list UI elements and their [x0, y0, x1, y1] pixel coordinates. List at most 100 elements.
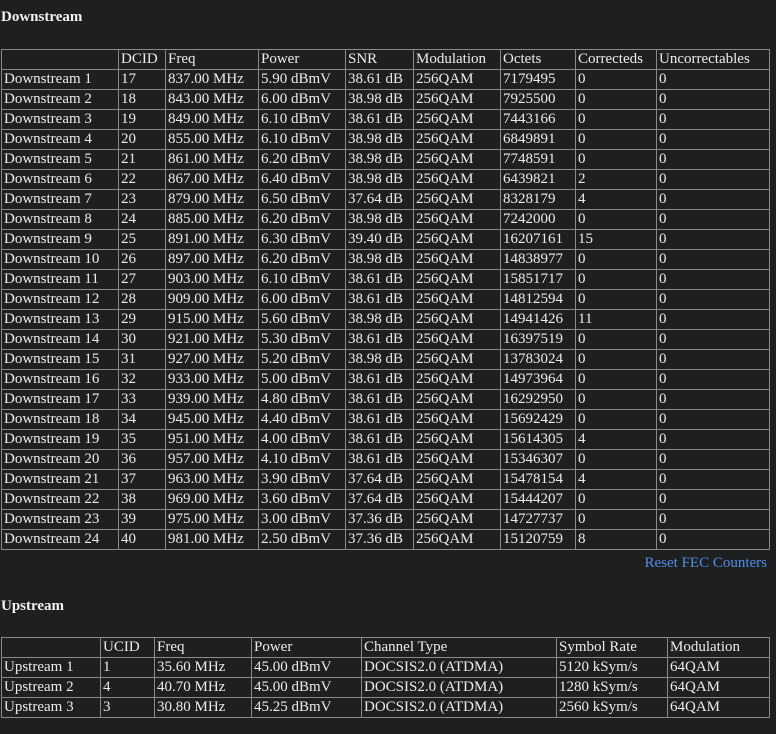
downstream-cell-dcid: 31: [118, 349, 166, 370]
upstream-cell-modulation: 64QAM: [667, 677, 770, 698]
downstream-cell-octets: 14973964: [500, 369, 576, 390]
downstream-cell-uncorrectables: 0: [656, 249, 770, 270]
downstream-cell-freq: 915.00 MHz: [165, 309, 259, 330]
downstream-cell-snr: 38.98 dB: [345, 209, 414, 230]
downstream-cell-correcteds: 0: [575, 509, 657, 530]
downstream-cell-correcteds: 4: [575, 189, 657, 210]
downstream-header-power: Power: [258, 49, 346, 70]
upstream-header-corner: [1, 637, 101, 658]
downstream-cell-snr: 38.98 dB: [345, 149, 414, 170]
upstream-header-channel-type: Channel Type: [361, 637, 557, 658]
downstream-cell-correcteds: 0: [575, 69, 657, 90]
table-row: Downstream 8 24 885.00 MHz 6.20 dBmV 38.98 d…: [1, 209, 770, 230]
table-row: Downstream 18 34 945.00 MHz 4.40 dBmV 38.61 …: [1, 409, 770, 430]
downstream-cell-uncorrectables: 0: [656, 69, 770, 90]
downstream-cell-freq: 945.00 MHz: [165, 409, 259, 430]
downstream-cell-octets: 15851717: [500, 269, 576, 290]
downstream-table: DCID Freq Power SNR Modulation Octets Correcte…: [1, 49, 770, 550]
downstream-cell-snr: 38.98 dB: [345, 349, 414, 370]
downstream-cell-dcid: 30: [118, 329, 166, 350]
downstream-cell-correcteds: 8: [575, 529, 657, 550]
downstream-cell-freq: 891.00 MHz: [165, 229, 259, 250]
downstream-cell-dcid: 32: [118, 369, 166, 390]
downstream-cell-channel-name: Downstream 14: [1, 329, 119, 350]
downstream-cell-correcteds: 0: [575, 389, 657, 410]
downstream-cell-correcteds: 2: [575, 169, 657, 190]
downstream-cell-correcteds: 0: [575, 369, 657, 390]
downstream-cell-modulation: 256QAM: [413, 169, 501, 190]
downstream-cell-freq: 861.00 MHz: [165, 149, 259, 170]
table-row: Downstream 15 31 927.00 MHz 5.20 dBmV 38.98 …: [1, 349, 770, 370]
downstream-cell-dcid: 35: [118, 429, 166, 450]
downstream-cell-octets: 14941426: [500, 309, 576, 330]
downstream-cell-power: 6.40 dBmV: [258, 169, 346, 190]
table-row: Downstream 1 17 837.00 MHz 5.90 dBmV 38.61 d…: [1, 69, 770, 90]
table-row: Downstream 7 23 879.00 MHz 6.50 dBmV 37.64 d…: [1, 189, 770, 210]
downstream-cell-octets: 15478154: [500, 469, 576, 490]
downstream-cell-modulation: 256QAM: [413, 249, 501, 270]
downstream-cell-correcteds: 15: [575, 229, 657, 250]
downstream-cell-uncorrectables: 0: [656, 189, 770, 210]
downstream-cell-channel-name: Downstream 7: [1, 189, 119, 210]
upstream-cell-power: 45.00 dBmV: [251, 677, 362, 698]
downstream-cell-modulation: 256QAM: [413, 509, 501, 530]
downstream-cell-freq: 981.00 MHz: [165, 529, 259, 550]
upstream-cell-ucid: 4: [100, 677, 155, 698]
downstream-cell-uncorrectables: 0: [656, 369, 770, 390]
downstream-cell-correcteds: 0: [575, 329, 657, 350]
downstream-cell-uncorrectables: 0: [656, 469, 770, 490]
downstream-cell-dcid: 27: [118, 269, 166, 290]
downstream-cell-channel-name: Downstream 15: [1, 349, 119, 370]
reset-fec-counters-link[interactable]: Reset FEC Counters: [645, 555, 768, 572]
downstream-cell-freq: 957.00 MHz: [165, 449, 259, 470]
downstream-cell-dcid: 26: [118, 249, 166, 270]
downstream-cell-uncorrectables: 0: [656, 309, 770, 330]
downstream-header-uncorrectables: Uncorrectables: [656, 49, 770, 70]
downstream-cell-octets: 7748591: [500, 149, 576, 170]
downstream-cell-uncorrectables: 0: [656, 149, 770, 170]
downstream-cell-snr: 38.61 dB: [345, 289, 414, 310]
upstream-header-power: Power: [251, 637, 362, 658]
downstream-cell-dcid: 39: [118, 509, 166, 530]
downstream-cell-modulation: 256QAM: [413, 429, 501, 450]
downstream-cell-uncorrectables: 0: [656, 229, 770, 250]
downstream-cell-channel-name: Downstream 10: [1, 249, 119, 270]
downstream-cell-correcteds: 0: [575, 249, 657, 270]
downstream-cell-power: 4.10 dBmV: [258, 449, 346, 470]
downstream-cell-freq: 927.00 MHz: [165, 349, 259, 370]
downstream-cell-channel-name: Downstream 22: [1, 489, 119, 510]
upstream-cell-modulation: 64QAM: [667, 697, 770, 718]
downstream-cell-power: 3.60 dBmV: [258, 489, 346, 510]
downstream-cell-uncorrectables: 0: [656, 169, 770, 190]
downstream-cell-freq: 837.00 MHz: [165, 69, 259, 90]
downstream-cell-correcteds: 0: [575, 449, 657, 470]
downstream-cell-channel-name: Downstream 6: [1, 169, 119, 190]
downstream-cell-modulation: 256QAM: [413, 349, 501, 370]
downstream-cell-channel-name: Downstream 20: [1, 449, 119, 470]
table-row: Upstream 1 1 35.60 MHz 45.00 dBmV DOCSIS2.0 …: [1, 657, 770, 678]
downstream-cell-dcid: 18: [118, 89, 166, 110]
downstream-cell-modulation: 256QAM: [413, 149, 501, 170]
downstream-cell-uncorrectables: 0: [656, 129, 770, 150]
downstream-cell-snr: 38.61 dB: [345, 109, 414, 130]
downstream-cell-correcteds: 0: [575, 89, 657, 110]
downstream-cell-dcid: 23: [118, 189, 166, 210]
downstream-cell-correcteds: 11: [575, 309, 657, 330]
upstream-cell-power: 45.00 dBmV: [251, 657, 362, 678]
downstream-cell-power: 3.90 dBmV: [258, 469, 346, 490]
upstream-cell-channel-type: DOCSIS2.0 (ATDMA): [361, 657, 557, 678]
table-row: Downstream 5 21 861.00 MHz 6.20 dBmV 38.98 d…: [1, 149, 770, 170]
upstream-header-ucid: UCID: [100, 637, 155, 658]
downstream-cell-snr: 38.61 dB: [345, 69, 414, 90]
downstream-cell-freq: 939.00 MHz: [165, 389, 259, 410]
downstream-header-modulation: Modulation: [413, 49, 501, 70]
downstream-cell-correcteds: 0: [575, 109, 657, 130]
downstream-header-freq: Freq: [165, 49, 259, 70]
downstream-cell-freq: 969.00 MHz: [165, 489, 259, 510]
downstream-cell-channel-name: Downstream 1: [1, 69, 119, 90]
upstream-header-row: UCID Freq Power Channel Type Symbol Rate Modu…: [1, 637, 770, 658]
downstream-cell-snr: 38.61 dB: [345, 329, 414, 350]
downstream-cell-power: 5.00 dBmV: [258, 369, 346, 390]
downstream-cell-dcid: 22: [118, 169, 166, 190]
downstream-cell-snr: 38.61 dB: [345, 429, 414, 450]
